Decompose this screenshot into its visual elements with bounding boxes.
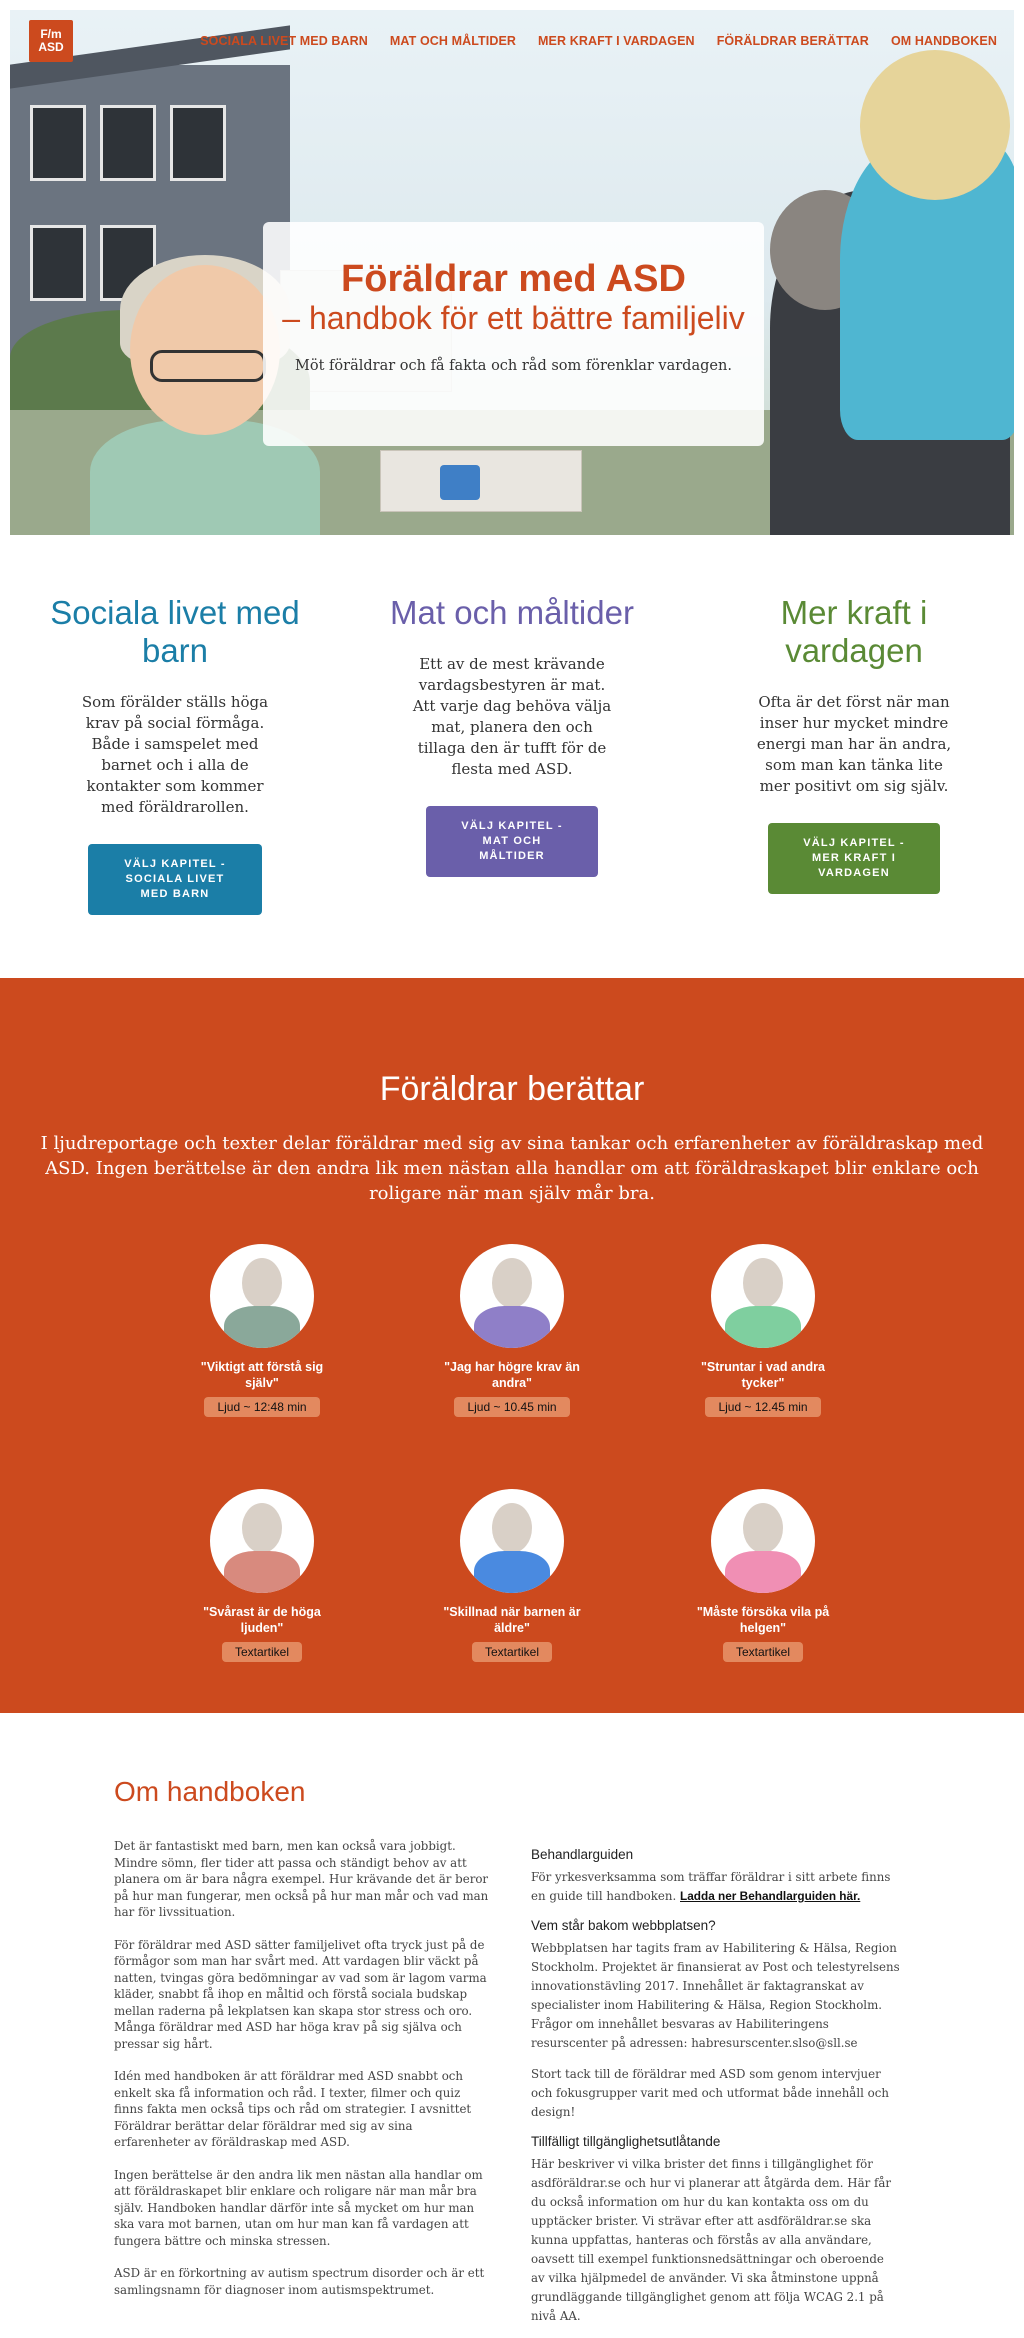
nav-item-foraldrar-berattar[interactable]: FÖRÄLDRAR BERÄTTAR xyxy=(717,34,869,48)
hero-text: Möt föräldrar och få fakta och råd som f… xyxy=(295,358,732,374)
nav-item-mat-och-maltider[interactable]: MAT OCH MÅLTIDER xyxy=(390,34,516,48)
chapter-text: Som förälder ställs höga krav på social … xyxy=(81,693,269,816)
chapter-mat-och-maltider-button[interactable]: VÄLJ KAPITEL - MAT OCH MÅLTIDER xyxy=(426,806,598,877)
chapter-title: Mat och måltider xyxy=(390,594,634,631)
chapter-mer-kraft: Mer kraft i vardagen Ofta är det först n… xyxy=(729,594,979,894)
story-tag: Ljud ~ 12.45 min xyxy=(705,1397,821,1417)
about-title: Om handboken xyxy=(114,1776,306,1807)
story-quote: "Skillnad när barnen är äldre" xyxy=(443,1605,581,1635)
chapter-text: Ofta är det först när man inser hur myck… xyxy=(756,693,952,795)
section-title: Föräldrar berättar xyxy=(379,1070,645,1108)
about-sidebar: Behandlarguiden För yrkesverksamma som t… xyxy=(531,1847,901,2338)
chapter-title: Mer kraft i vardagen xyxy=(780,594,928,669)
who-text: Webbplatsen har tagits fram av Habiliter… xyxy=(531,1941,900,2050)
story-tag: Ljud ~ 12:48 min xyxy=(204,1397,320,1417)
nav-item-mer-kraft[interactable]: MER KRAFT I VARDAGEN xyxy=(538,34,695,48)
accessibility-heading: Tillfälligt tillgänglighetsutlåtande xyxy=(531,2134,721,2149)
story-quote: "Struntar i vad andra tycker" xyxy=(700,1360,825,1390)
about-paragraph: ASD är en förkortning av autism spectrum… xyxy=(114,2266,485,2297)
story-quote: "Jag har högre krav än andra" xyxy=(444,1360,580,1390)
bucket-illustration xyxy=(440,465,480,500)
chapter-title: Sociala livet med barn xyxy=(50,594,300,669)
story-card[interactable]: "Svårast är de höga ljuden" Textartikel xyxy=(172,1489,352,1662)
site-logo[interactable]: F/m ASD xyxy=(29,20,73,62)
man-avatar-icon xyxy=(210,1244,314,1348)
hero-card: Föräldrar med ASD – handbok för ett bätt… xyxy=(263,222,764,446)
chapter-text: Ett av de mest krävande vardagsbestyren … xyxy=(412,655,612,778)
main-nav: SOCIALA LIVET MED BARN MAT OCH MÅLTIDER … xyxy=(200,34,997,48)
about-paragraph: För föräldrar med ASD sätter familjelive… xyxy=(114,1937,487,2051)
woman-avatar-icon xyxy=(210,1489,314,1593)
chapter-sociala-livet: Sociala livet med barn Som förälder stäl… xyxy=(50,594,300,915)
thanks-text: Stort tack till de föräldrar med ASD som… xyxy=(531,2067,889,2119)
story-card[interactable]: "Måste försöka vila på helgen" Textartik… xyxy=(673,1489,853,1662)
woman-avatar-icon xyxy=(711,1244,815,1348)
chapter-sociala-livet-button[interactable]: VÄLJ KAPITEL - SOCIALA LIVET MED BARN xyxy=(88,844,262,915)
story-tag: Textartikel xyxy=(221,1642,303,1662)
accessibility-text: Här beskriver vi vilka brister det finns… xyxy=(531,2157,892,2323)
hero-subtitle: – handbok för ett bättre familjeliv xyxy=(282,300,745,336)
about-paragraph: Idén med handboken är att föräldrar med … xyxy=(114,2069,472,2149)
who-heading: Vem står bakom webbplatsen? xyxy=(531,1918,716,1933)
about-paragraph: Ingen berättelse är den andra lik men nä… xyxy=(114,2167,483,2248)
sandbox-illustration xyxy=(380,450,582,512)
foraldrar-berattar-section: Föräldrar berättar I ljudreportage och t… xyxy=(0,978,1024,1713)
guide-heading: Behandlarguiden xyxy=(531,1847,634,1862)
story-tag: Textartikel xyxy=(471,1642,553,1662)
section-lead: I ljudreportage och texter delar föräldr… xyxy=(40,1133,984,1204)
woman-avatar-icon xyxy=(460,1244,564,1348)
guide-text: För yrkesverksamma som träffar föräldrar… xyxy=(531,1870,891,1903)
story-quote: "Måste försöka vila på helgen" xyxy=(696,1605,830,1635)
story-quote: "Viktigt att förstå sig själv" xyxy=(200,1360,324,1390)
story-card[interactable]: "Viktigt att förstå sig själv" Ljud ~ 12… xyxy=(172,1244,352,1417)
about-paragraph: Det är fantastiskt med barn, men kan ock… xyxy=(114,1839,489,1919)
nav-item-om-handboken[interactable]: OM HANDBOKEN xyxy=(891,34,997,48)
story-card[interactable]: "Skillnad när barnen är äldre" Textartik… xyxy=(422,1489,602,1662)
woman-avatar-icon xyxy=(711,1489,815,1593)
nav-item-sociala-livet[interactable]: SOCIALA LIVET MED BARN xyxy=(200,34,368,48)
man-avatar-icon xyxy=(460,1489,564,1593)
chapter-mat-och-maltider: Mat och måltider Ett av de mest krävande… xyxy=(387,594,637,877)
about-text: Det är fantastiskt med barn, men kan ock… xyxy=(114,1838,489,2314)
story-card[interactable]: "Struntar i vad andra tycker" Ljud ~ 12.… xyxy=(673,1244,853,1417)
story-quote: "Svårast är de höga ljuden" xyxy=(203,1605,321,1635)
story-tag: Ljud ~ 10.45 min xyxy=(454,1397,570,1417)
hero-title: Föräldrar med ASD xyxy=(341,258,686,300)
story-card[interactable]: "Jag har högre krav än andra" Ljud ~ 10.… xyxy=(422,1244,602,1417)
chapter-mer-kraft-button[interactable]: VÄLJ KAPITEL - MER KRAFT I VARDAGEN xyxy=(768,823,940,894)
download-guide-link[interactable]: Ladda ner Behandlarguiden här. xyxy=(680,1889,860,1903)
story-tag: Textartikel xyxy=(722,1642,804,1662)
